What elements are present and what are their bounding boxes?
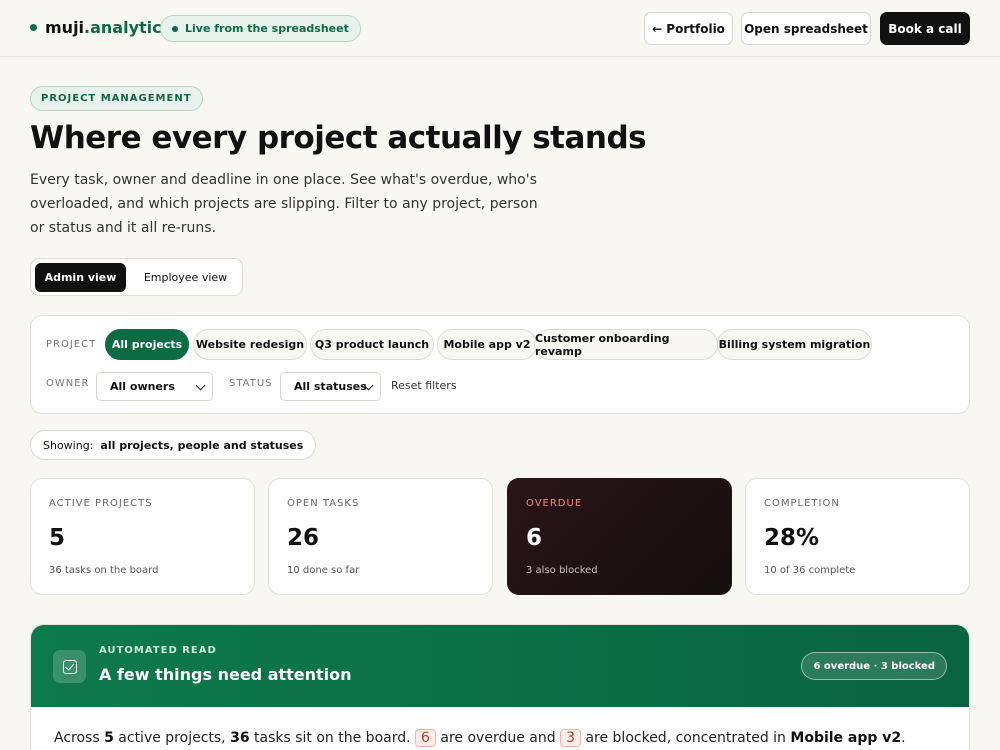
page-subtitle: Every task, owner and deadline in one pl… — [30, 172, 538, 236]
kpi-value: 6 — [526, 525, 543, 551]
kpi-label: OVERDUE — [526, 498, 583, 509]
attention-eyebrow: AUTOMATED READ — [99, 645, 217, 656]
status-filter-label: STATUS — [229, 378, 273, 389]
kpi-card-overdue: OVERDUE 6 3 also blocked — [507, 478, 732, 595]
owner-select-value: All owners — [110, 380, 175, 393]
brand-logo[interactable]: muji .analytics — [30, 18, 171, 37]
summary-text: Across — [54, 730, 105, 746]
kpi-value: 5 — [49, 525, 66, 551]
attention-badge: 6 overdue · 3 blocked — [801, 652, 947, 680]
project-chip-onboarding[interactable]: Customer onboarding revamp — [534, 329, 718, 360]
summary-text: are overdue and — [435, 730, 561, 746]
attention-title: A few things need attention — [99, 665, 352, 684]
kpi-card-completion: COMPLETION 28% 10 of 36 complete — [745, 478, 970, 595]
summary-text: active projects, — [113, 730, 231, 746]
brand-dot-icon — [30, 24, 37, 31]
status-select[interactable]: All statuses — [280, 372, 381, 401]
kpi-label: COMPLETION — [764, 498, 840, 509]
brand-suffix: .analytics — [84, 18, 172, 37]
summary-tasks-count: 36 — [230, 730, 250, 746]
project-chip-mobile-app[interactable]: Mobile app v2 — [437, 329, 537, 360]
live-dot-icon — [172, 25, 178, 32]
showing-summary: Showing: all projects, people and status… — [30, 430, 317, 460]
project-chip-q3-launch[interactable]: Q3 product launch — [310, 329, 434, 360]
kpi-subtext: 3 also blocked — [526, 565, 598, 576]
portfolio-button[interactable]: ← Portfolio — [644, 12, 733, 45]
live-status-pill: Live from the spreadsheet — [160, 15, 361, 42]
open-spreadsheet-button[interactable]: Open spreadsheet — [741, 12, 871, 45]
showing-value: all projects, people and statuses — [100, 438, 304, 452]
view-toggle: Admin view Employee view — [30, 258, 243, 296]
attention-header: AUTOMATED READ A few things need attenti… — [31, 625, 969, 707]
summary-text: are blocked, concentrated in — [581, 730, 791, 746]
kpi-card-open-tasks: OPEN TASKS 26 10 done so far — [268, 478, 493, 595]
status-select-value: All statuses — [294, 380, 367, 393]
attention-panel: AUTOMATED READ A few things need attenti… — [30, 624, 970, 750]
kpi-label: OPEN TASKS — [287, 498, 360, 509]
showing-label: Showing: — [43, 438, 94, 452]
kpi-card-active-projects: ACTIVE PROJECTS 5 36 tasks on the board — [30, 478, 255, 595]
kpi-value: 26 — [287, 525, 320, 551]
reset-filters-link[interactable]: Reset filters — [391, 379, 457, 392]
checkbox-icon — [53, 650, 86, 683]
project-chip-all[interactable]: All projects — [105, 329, 189, 360]
book-call-button[interactable]: Book a call — [880, 12, 970, 45]
kpi-subtext: 10 done so far — [287, 565, 360, 576]
chevron-down-icon — [195, 380, 206, 391]
page-title: Where every project actually stands — [30, 120, 647, 156]
top-bar: muji .analytics Live from the spreadsheet… — [0, 0, 1000, 57]
filters-panel: PROJECT All projects Website redesign Q3… — [30, 315, 970, 414]
project-filter-label: PROJECT — [46, 339, 97, 350]
attention-summary: Across 5 active projects, 36 tasks sit o… — [54, 729, 906, 747]
kpi-value: 28% — [764, 525, 820, 551]
project-chip-website-redesign[interactable]: Website redesign — [193, 329, 307, 360]
kpi-subtext: 36 tasks on the board — [49, 565, 159, 576]
kpi-subtext: 10 of 36 complete — [764, 565, 856, 576]
kpi-label: ACTIVE PROJECTS — [49, 498, 153, 509]
summary-blocked-count: 3 — [560, 729, 581, 747]
summary-overdue-count: 6 — [415, 729, 436, 747]
owner-select[interactable]: All owners — [96, 372, 213, 401]
section-eyebrow: PROJECT MANAGEMENT — [30, 86, 203, 111]
summary-project-name: Mobile app v2 — [790, 730, 902, 746]
summary-projects-count: 5 — [104, 730, 114, 746]
summary-text: . — [901, 730, 906, 746]
owner-filter-label: OWNER — [46, 378, 90, 389]
project-chip-billing[interactable]: Billing system migration — [717, 329, 872, 360]
summary-text: tasks sit on the board. — [249, 730, 416, 746]
admin-view-button[interactable]: Admin view — [35, 263, 126, 292]
brand-prefix: muji — [45, 18, 85, 37]
live-label: Live from the spreadsheet — [185, 22, 349, 35]
employee-view-button[interactable]: Employee view — [134, 263, 237, 292]
